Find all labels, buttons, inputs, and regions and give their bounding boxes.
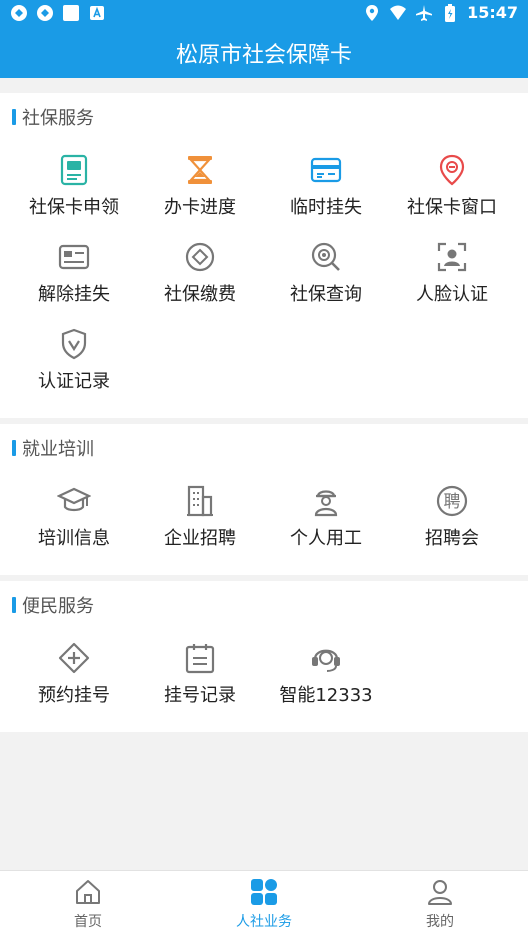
card-unlock-icon [57,240,91,274]
service-label: 解除挂失 [38,284,110,305]
app-header: 松原市社会保障卡 [0,28,528,78]
service-label: 企业招聘 [164,528,236,549]
tab-home[interactable]: 首页 [0,871,176,936]
shield-check-icon [57,327,91,361]
service-label: 社保查询 [290,284,362,305]
service-grid: 社保卡申领 办卡进度 临时挂失 社保卡窗口 解除挂失 社保缴费 社保查询 人脸认… [0,153,528,414]
service-label: 预约挂号 [38,685,110,706]
home-icon [73,877,103,907]
service-payment[interactable]: 社保缴费 [137,240,263,327]
service-personal-employment[interactable]: 个人用工 [263,484,389,571]
section-accent-bar [12,109,16,125]
section-title: 就业培训 [12,436,94,460]
grid-icon [249,877,279,907]
tab-label: 首页 [74,914,102,930]
service-card-apply[interactable]: 社保卡申领 [11,153,137,240]
status-time: 15:47 [467,3,518,22]
service-registration-records[interactable]: 挂号记录 [137,641,263,728]
status-right-icons: 15:47 [363,3,518,22]
section-title-text: 就业培训 [22,439,94,460]
section-accent-bar [12,597,16,613]
hire-icon-glyph: 聘 [444,492,461,512]
service-label: 招聘会 [425,528,479,549]
service-label: 社保卡申领 [29,197,119,218]
calendar-icon [183,641,217,675]
section-title-text: 便民服务 [22,596,94,617]
tab-label: 我的 [426,914,454,930]
service-appointment[interactable]: 预约挂号 [11,641,137,728]
service-label: 社保缴费 [164,284,236,305]
service-grid: 培训信息 企业招聘 个人用工 聘 招聘会 [0,484,528,571]
tab-label: 人社业务 [236,914,292,930]
headset-icon [309,641,343,675]
service-label: 人脸认证 [416,284,488,305]
search-icon [309,240,343,274]
notification-square-icon [62,4,80,22]
section-title-text: 社保服务 [22,108,94,129]
section-employment-training: 就业培训 培训信息 企业招聘 个人用工 聘 招聘会 [0,424,528,575]
location-icon [363,4,381,22]
service-grid: 预约挂号 挂号记录 智能12333 [0,641,528,728]
notification-app-icon [10,4,28,22]
tab-hr-services[interactable]: 人社业务 [176,871,352,936]
service-face-auth[interactable]: 人脸认证 [389,240,515,327]
service-label: 认证记录 [38,371,110,392]
service-label: 临时挂失 [290,197,362,218]
card-lost-icon [309,153,343,187]
section-accent-bar [12,440,16,456]
hire-icon: 聘 [435,484,469,518]
tab-mine[interactable]: 我的 [352,871,528,936]
service-temp-loss[interactable]: 临时挂失 [263,153,389,240]
page-title: 松原市社会保障卡 [175,43,352,68]
airplane-icon [415,4,433,22]
section-convenience-services: 便民服务 预约挂号 挂号记录 智能12333 [0,581,528,732]
status-bar: 15:47 [0,0,528,28]
service-label: 挂号记录 [164,685,236,706]
service-label: 社保卡窗口 [407,197,497,218]
service-smart-12333[interactable]: 智能12333 [263,641,389,728]
service-job-fair[interactable]: 聘 招聘会 [389,484,515,571]
notification-a-icon [88,4,106,22]
worker-icon [309,484,343,518]
payment-icon [183,240,217,274]
status-left-icons [10,4,106,22]
section-title: 社保服务 [12,105,94,129]
service-training-info[interactable]: 培训信息 [11,484,137,571]
service-card-window[interactable]: 社保卡窗口 [389,153,515,240]
wifi-icon [389,4,407,22]
bottom-tab-bar: 首页 人社业务 我的 [0,870,528,936]
service-auth-records[interactable]: 认证记录 [11,327,137,414]
section-social-security: 社保服务 社保卡申领 办卡进度 临时挂失 社保卡窗口 解除挂失 社保缴费 社保查… [0,93,528,418]
service-card-progress[interactable]: 办卡进度 [137,153,263,240]
service-company-hiring[interactable]: 企业招聘 [137,484,263,571]
id-card-icon [57,153,91,187]
service-query[interactable]: 社保查询 [263,240,389,327]
user-icon [425,877,455,907]
location-pin-icon [435,153,469,187]
service-cancel-loss[interactable]: 解除挂失 [11,240,137,327]
service-label: 个人用工 [290,528,362,549]
face-scan-icon [435,240,469,274]
service-label: 培训信息 [38,528,110,549]
service-label: 办卡进度 [164,197,236,218]
hourglass-icon [183,153,217,187]
notification-app-icon-2 [36,4,54,22]
service-label: 智能12333 [279,685,373,706]
battery-icon [441,3,459,22]
building-icon [183,484,217,518]
medical-plus-icon [57,641,91,675]
section-title: 便民服务 [12,593,94,617]
graduation-cap-icon [57,484,91,518]
